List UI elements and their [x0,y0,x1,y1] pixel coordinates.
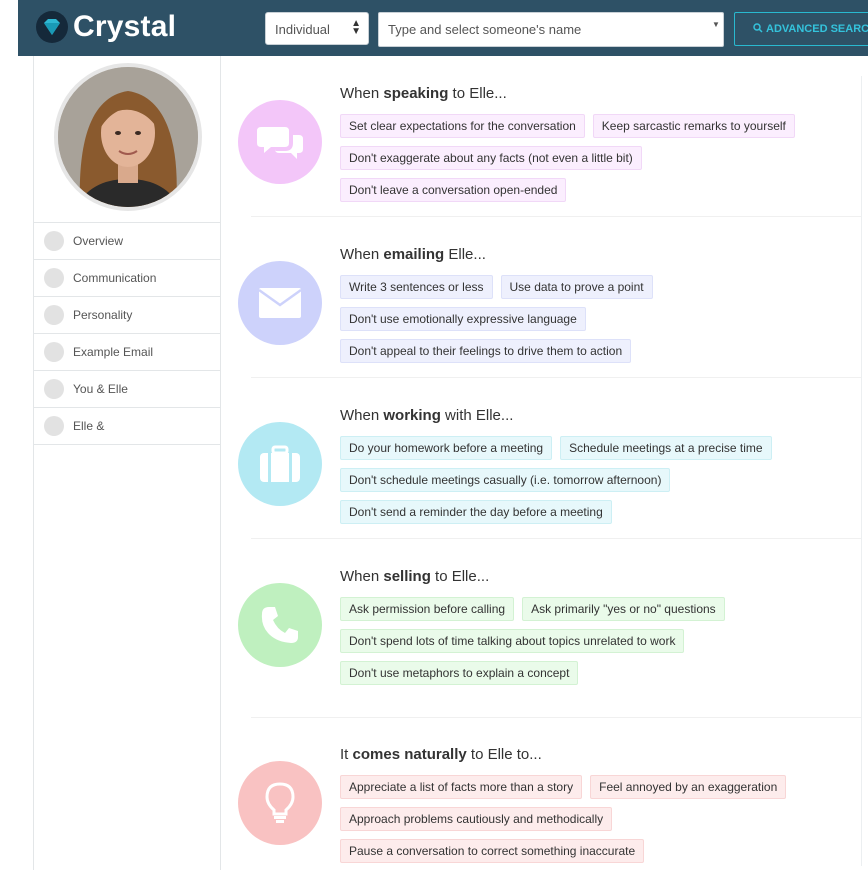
name-search-input[interactable] [378,12,724,47]
advanced-search-label: ADVANCED SEARCH [766,23,868,35]
dropdown-caret-icon[interactable]: ▼ [712,20,720,29]
main-content: When speaking to Elle... Set clear expec… [221,56,868,870]
tip-tag: Schedule meetings at a precise time [560,436,772,460]
sidebar-item-communication[interactable]: Communication [34,260,220,297]
content-border [861,76,862,866]
tip-tag: Don't leave a conversation open-ended [340,178,567,202]
elle-and-icon [44,416,64,436]
tip-tag: Feel annoyed by an exaggeration [590,775,787,799]
section-divider [251,538,861,539]
section-selling: When selling to Elle... Ask permission b… [221,565,861,705]
sidebar-item-label: Communication [73,271,157,285]
sidebar-item-overview[interactable]: Overview [34,223,220,260]
header-bar: Crystal Individual ▲▼ ▼ ADVANCED SEARCH [18,0,868,56]
tip-tag: Keep sarcastic remarks to yourself [592,114,795,138]
section-title: When speaking to Elle... [340,85,507,102]
briefcase-icon [238,422,322,506]
section-working: When working with Elle... Do your homewo… [221,404,861,544]
section-comes-naturally: It comes naturally to Elle to... Appreci… [221,743,861,870]
app-window: Crystal Individual ▲▼ ▼ ADVANCED SEARCH [18,0,868,870]
lightbulb-icon [238,761,322,845]
tip-tag: Don't use metaphors to explain a concept [340,661,579,685]
email-icon [44,342,64,362]
tip-tag: Ask primarily "yes or no" questions [522,597,725,621]
tip-tag: Pause a conversation to correct somethin… [340,839,645,863]
tip-tag: Approach problems cautiously and methodi… [340,807,613,831]
tip-tag: Don't send a reminder the day before a m… [340,500,612,524]
tip-tag: Don't use emotionally expressive languag… [340,307,586,331]
section-title: It comes naturally to Elle to... [340,746,542,763]
type-select-value: Individual [275,22,330,37]
section-divider [251,216,861,217]
search-icon [753,22,763,36]
sidebar-item-label: Personality [73,308,133,322]
communication-icon [44,268,64,288]
profile-avatar [54,63,202,211]
sidebar-item-personality[interactable]: Personality [34,297,220,334]
sidebar-item-label: Elle & [73,419,105,433]
tips-list: Ask permission before calling Ask primari… [340,597,733,693]
envelope-icon [238,261,322,345]
select-arrows-icon: ▲ ▼ [351,18,361,37]
section-title: When selling to Elle... [340,568,490,585]
logo[interactable]: Crystal [36,10,176,44]
overview-icon [44,231,64,251]
tips-list: Write 3 sentences or less Use data to pro… [340,275,661,371]
phone-icon [238,583,322,667]
section-speaking: When speaking to Elle... Set clear expec… [221,82,861,222]
tip-tag: Set clear expectations for the conversat… [340,114,585,138]
sidebar-item-label: Overview [73,234,124,248]
speech-bubbles-icon [238,100,322,184]
advanced-search-button[interactable]: ADVANCED SEARCH [734,12,868,46]
tip-tag: Use data to prove a point [500,275,653,299]
sidebar-item-example-email[interactable]: Example Email [34,334,220,371]
section-title: When emailing Elle... [340,246,486,263]
tip-tag: Don't spend lots of time talking about t… [340,629,685,653]
tips-list: Set clear expectations for the conversat… [340,114,803,210]
tip-tag: Appreciate a list of facts more than a s… [340,775,583,799]
app-name: Crystal [73,10,177,43]
tips-list: Do your homework before a meeting Schedul… [340,436,780,532]
crystal-gem-icon [36,11,68,43]
section-emailing: When emailing Elle... Write 3 sentences … [221,243,861,383]
sidebar: Overview Communication Personality Examp… [33,56,221,870]
sidebar-nav: Overview Communication Personality Examp… [34,222,220,445]
tip-tag: Don't appeal to their feelings to drive … [340,339,632,363]
section-title: When working with Elle... [340,407,514,424]
tip-tag: Do your homework before a meeting [340,436,553,460]
tip-tag: Don't exaggerate about any facts (not ev… [340,146,642,170]
sidebar-item-label: You & Elle [73,382,128,396]
tip-tag: Ask permission before calling [340,597,515,621]
section-divider [251,717,861,718]
you-and-elle-icon [44,379,64,399]
sidebar-item-you-and-elle[interactable]: You & Elle [34,371,220,408]
tip-tag: Don't schedule meetings casually (i.e. t… [340,468,671,492]
type-select[interactable]: Individual ▲ ▼ [265,12,369,45]
personality-icon [44,305,64,325]
sidebar-item-elle-and[interactable]: Elle & [34,408,220,445]
tips-list: Appreciate a list of facts more than a s… [340,775,794,871]
tip-tag: Write 3 sentences or less [340,275,493,299]
sidebar-item-label: Example Email [73,345,154,359]
section-divider [251,377,861,378]
